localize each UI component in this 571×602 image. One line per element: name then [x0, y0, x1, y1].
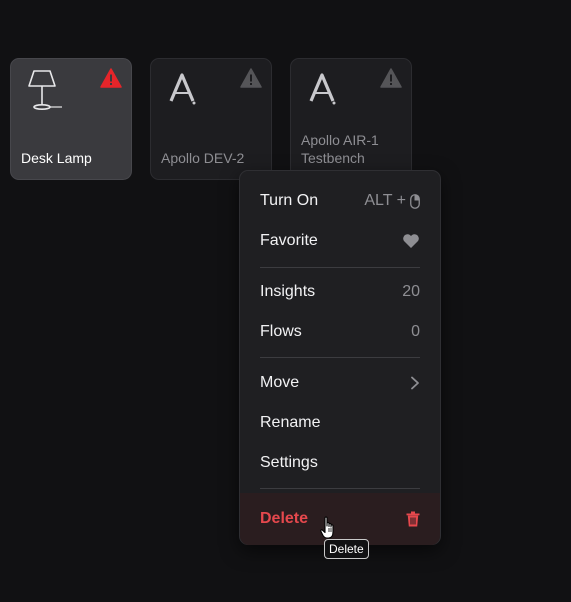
apollo-logo-icon	[169, 73, 196, 105]
menu-item-label: Turn On	[260, 192, 319, 209]
menu-item-label: Delete	[260, 510, 309, 527]
trash-icon	[406, 511, 420, 527]
menu-item-label: Insights	[260, 283, 316, 300]
flows-count: 0	[411, 323, 420, 340]
apollo-logo-icon	[309, 73, 336, 105]
shortcut-text: ALT +	[364, 192, 406, 209]
tooltip: Delete	[324, 539, 369, 559]
menu-item-flows[interactable]: Flows 0	[240, 312, 440, 352]
desk-lamp-icon	[28, 70, 62, 110]
menu-item-turn-on[interactable]: Turn On ALT +	[240, 181, 440, 221]
menu-item-settings[interactable]: Settings	[240, 443, 440, 483]
mouse-click-icon	[410, 193, 420, 209]
dashboard-canvas: Desk Lamp Apollo DEV-2 Apollo AIR-1 Test…	[0, 0, 571, 602]
menu-item-label: Flows	[260, 323, 302, 340]
menu-item-label: Favorite	[260, 232, 318, 249]
warning-icon	[380, 68, 402, 88]
device-tile-apollo-dev-2[interactable]: Apollo DEV-2	[150, 58, 272, 180]
shortcut-hint: ALT +	[364, 192, 420, 210]
tile-label: Apollo DEV-2	[161, 150, 245, 166]
warning-icon	[240, 68, 262, 88]
menu-item-label: Move	[260, 374, 300, 391]
context-menu: Turn On ALT + Favorite Insights 20 Flows	[239, 170, 441, 545]
menu-item-move[interactable]: Move	[240, 363, 440, 403]
menu-item-label: Settings	[260, 454, 318, 471]
menu-item-favorite[interactable]: Favorite	[240, 221, 440, 261]
insights-count: 20	[402, 283, 420, 300]
menu-item-rename[interactable]: Rename	[240, 403, 440, 443]
menu-divider	[260, 488, 420, 489]
heart-icon	[403, 234, 419, 248]
hand-cursor-icon	[320, 516, 334, 539]
menu-divider	[260, 357, 420, 358]
menu-item-label: Rename	[260, 414, 321, 431]
menu-item-insights[interactable]: Insights 20	[240, 272, 440, 312]
menu-divider	[260, 267, 420, 268]
menu-item-delete[interactable]: Delete	[240, 493, 440, 545]
chevron-right-icon	[411, 376, 419, 390]
tile-label: Apollo AIR-1 Testbench	[301, 132, 379, 166]
device-tile-desk-lamp[interactable]: Desk Lamp	[10, 58, 132, 180]
tile-label: Desk Lamp	[21, 150, 92, 166]
warning-icon	[100, 68, 122, 88]
device-tile-apollo-air-1[interactable]: Apollo AIR-1 Testbench	[290, 58, 412, 180]
